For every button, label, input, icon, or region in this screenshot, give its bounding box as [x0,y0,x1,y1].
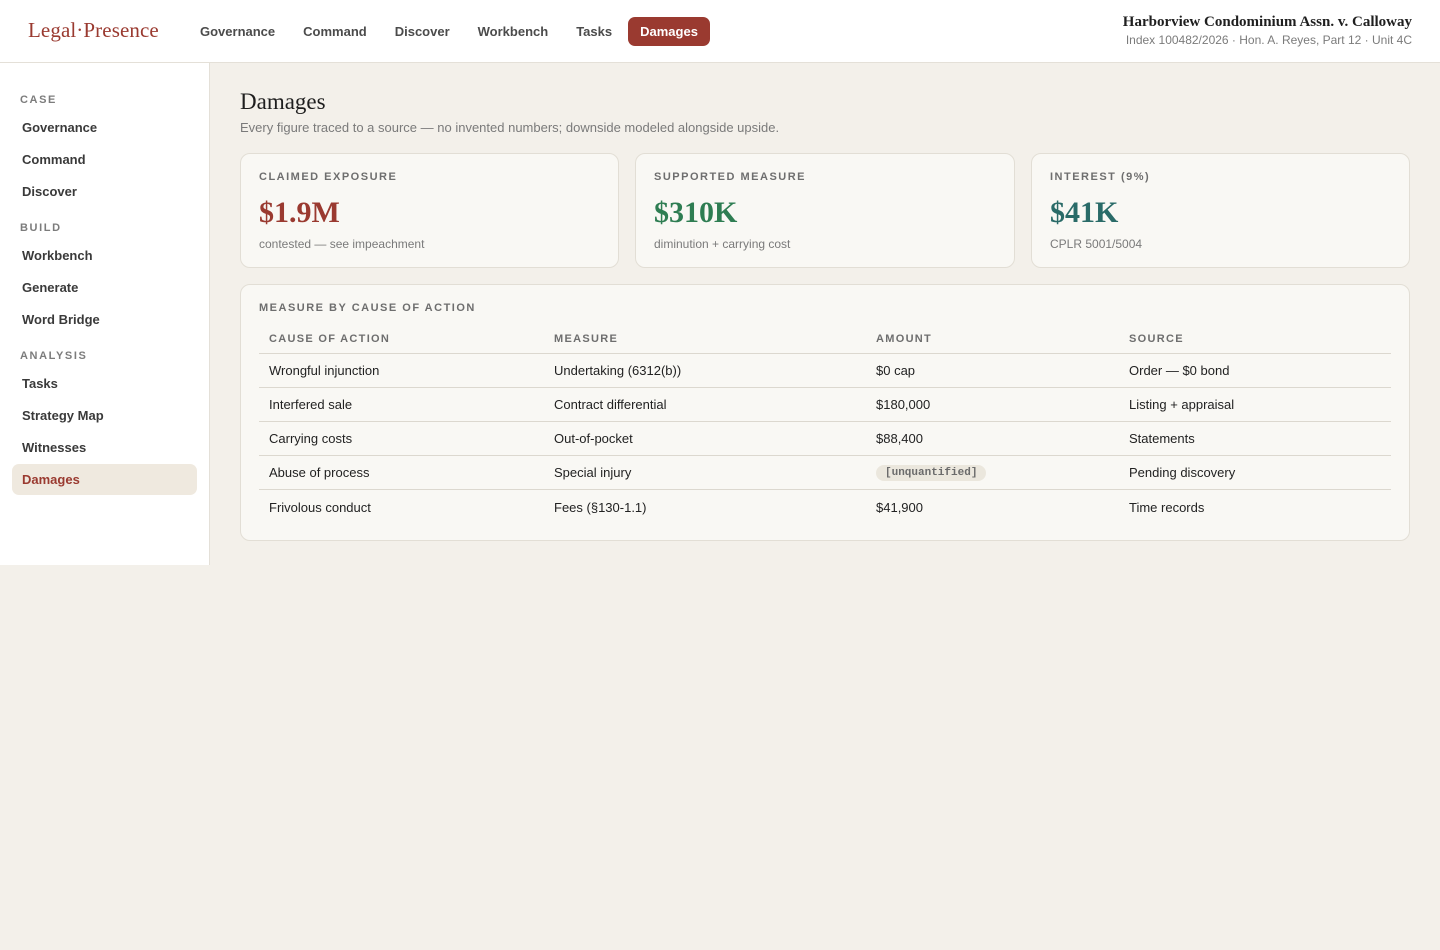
sidebar-item-governance[interactable]: Governance [12,112,197,143]
metric-label: SUPPORTED MEASURE [654,171,807,183]
metric-label: CLAIMED EXPOSURE [259,171,398,183]
table-header-row: CAUSE OF ACTION MEASURE AMOUNT SOURCE [259,325,1391,354]
metric-card-interest: INTEREST (9%) $41K CPLR 5001/5004 [1031,153,1410,268]
cell-amount: $180,000 [866,387,1119,422]
cell-source: Listing + appraisal [1119,387,1391,422]
table-row[interactable]: Wrongful injunction Undertaking (6312(b)… [259,353,1391,388]
unquantified-badge: [unquantified] [876,465,987,481]
top-bar: Legal·Presence Governance Command Discov… [0,0,1440,63]
table-row[interactable]: Abuse of process Special injury [unquant… [259,455,1391,490]
cell-measure: Contract differential [544,387,866,422]
page-subtitle: Every figure traced to a source — no inv… [240,120,780,135]
column-header-source[interactable]: SOURCE [1119,325,1391,354]
cell-amount: $88,400 [866,421,1119,456]
sidebar-section-build: BUILD [20,222,62,234]
top-nav-damages[interactable]: Damages [628,17,710,46]
measure-table-card: MEASURE BY CAUSE OF ACTION CAUSE OF ACTI… [240,284,1410,541]
cell-amount: [unquantified] [866,455,1119,490]
cell-cause: Carrying costs [259,421,544,456]
cell-cause: Wrongful injunction [259,353,544,388]
cell-measure: Out-of-pocket [544,421,866,456]
metric-card-claimed-exposure: CLAIMED EXPOSURE $1.9M contested — see i… [240,153,619,268]
brand-logo[interactable]: Legal·Presence [28,18,159,43]
sidebar-item-workbench[interactable]: Workbench [12,240,197,271]
case-title: Harborview Condominium Assn. v. Calloway [1122,14,1412,30]
column-header-cause[interactable]: CAUSE OF ACTION [259,325,544,354]
sidebar-item-witnesses[interactable]: Witnesses [12,432,197,463]
top-nav-command[interactable]: Command [291,17,379,46]
table-row[interactable]: Frivolous conduct Fees (§130-1.1) $41,90… [259,489,1391,525]
cell-source: Order — $0 bond [1119,353,1391,388]
table-row[interactable]: Carrying costs Out-of-pocket $88,400 Sta… [259,421,1391,456]
sidebar-item-command[interactable]: Command [12,144,197,175]
metric-label: INTEREST (9%) [1050,171,1151,183]
case-subtitle: Index 100482/2026 · Hon. A. Reyes, Part … [1125,33,1412,47]
cell-source: Pending discovery [1119,455,1391,490]
cell-measure: Fees (§130-1.1) [554,499,647,515]
sidebar: CASE Governance Command Discover BUILD W… [0,63,210,565]
top-nav-tasks[interactable]: Tasks [564,17,624,46]
cell-amount: $41,900 [876,499,923,515]
cell-cause: Frivolous conduct [269,499,371,515]
sidebar-item-damages[interactable]: Damages [12,464,197,495]
metric-note: diminution + carrying cost [654,237,791,251]
cell-measure: Undertaking (6312(b)) [544,353,866,388]
cell-cause: Abuse of process [259,455,544,490]
measure-table-title: MEASURE BY CAUSE OF ACTION [259,302,476,314]
metric-value: $1.9M [259,196,340,229]
cell-source: Statements [1119,421,1391,456]
page-title: Damages [240,89,326,114]
sidebar-section-case: CASE [20,94,57,106]
cell-amount: $0 cap [866,353,1119,388]
sidebar-item-strategy-map[interactable]: Strategy Map [12,400,197,431]
metric-value: $310K [654,196,738,229]
sidebar-item-word-bridge[interactable]: Word Bridge [12,304,197,335]
measure-table: CAUSE OF ACTION MEASURE AMOUNT SOURCE Wr… [259,325,1391,525]
sidebar-item-discover[interactable]: Discover [12,176,197,207]
sidebar-section-analysis: ANALYSIS [20,350,88,362]
metric-note: CPLR 5001/5004 [1050,237,1143,251]
top-nav-governance[interactable]: Governance [188,17,287,46]
sidebar-item-generate[interactable]: Generate [12,272,197,303]
cell-measure: Special injury [544,455,866,490]
metric-note: contested — see impeachment [259,237,425,251]
top-nav: Governance Command Discover Workbench Ta… [188,17,714,46]
sidebar-item-tasks[interactable]: Tasks [12,368,197,399]
top-nav-workbench[interactable]: Workbench [466,17,561,46]
metric-card-supported-measure: SUPPORTED MEASURE $310K diminution + car… [635,153,1015,268]
top-nav-discover[interactable]: Discover [383,17,462,46]
column-header-measure[interactable]: MEASURE [544,325,866,354]
cell-cause: Interfered sale [259,387,544,422]
table-row[interactable]: Interfered sale Contract differential $1… [259,387,1391,422]
metric-value: $41K [1050,196,1119,229]
column-header-amount[interactable]: AMOUNT [866,325,1119,354]
cell-source: Time records [1129,499,1205,515]
